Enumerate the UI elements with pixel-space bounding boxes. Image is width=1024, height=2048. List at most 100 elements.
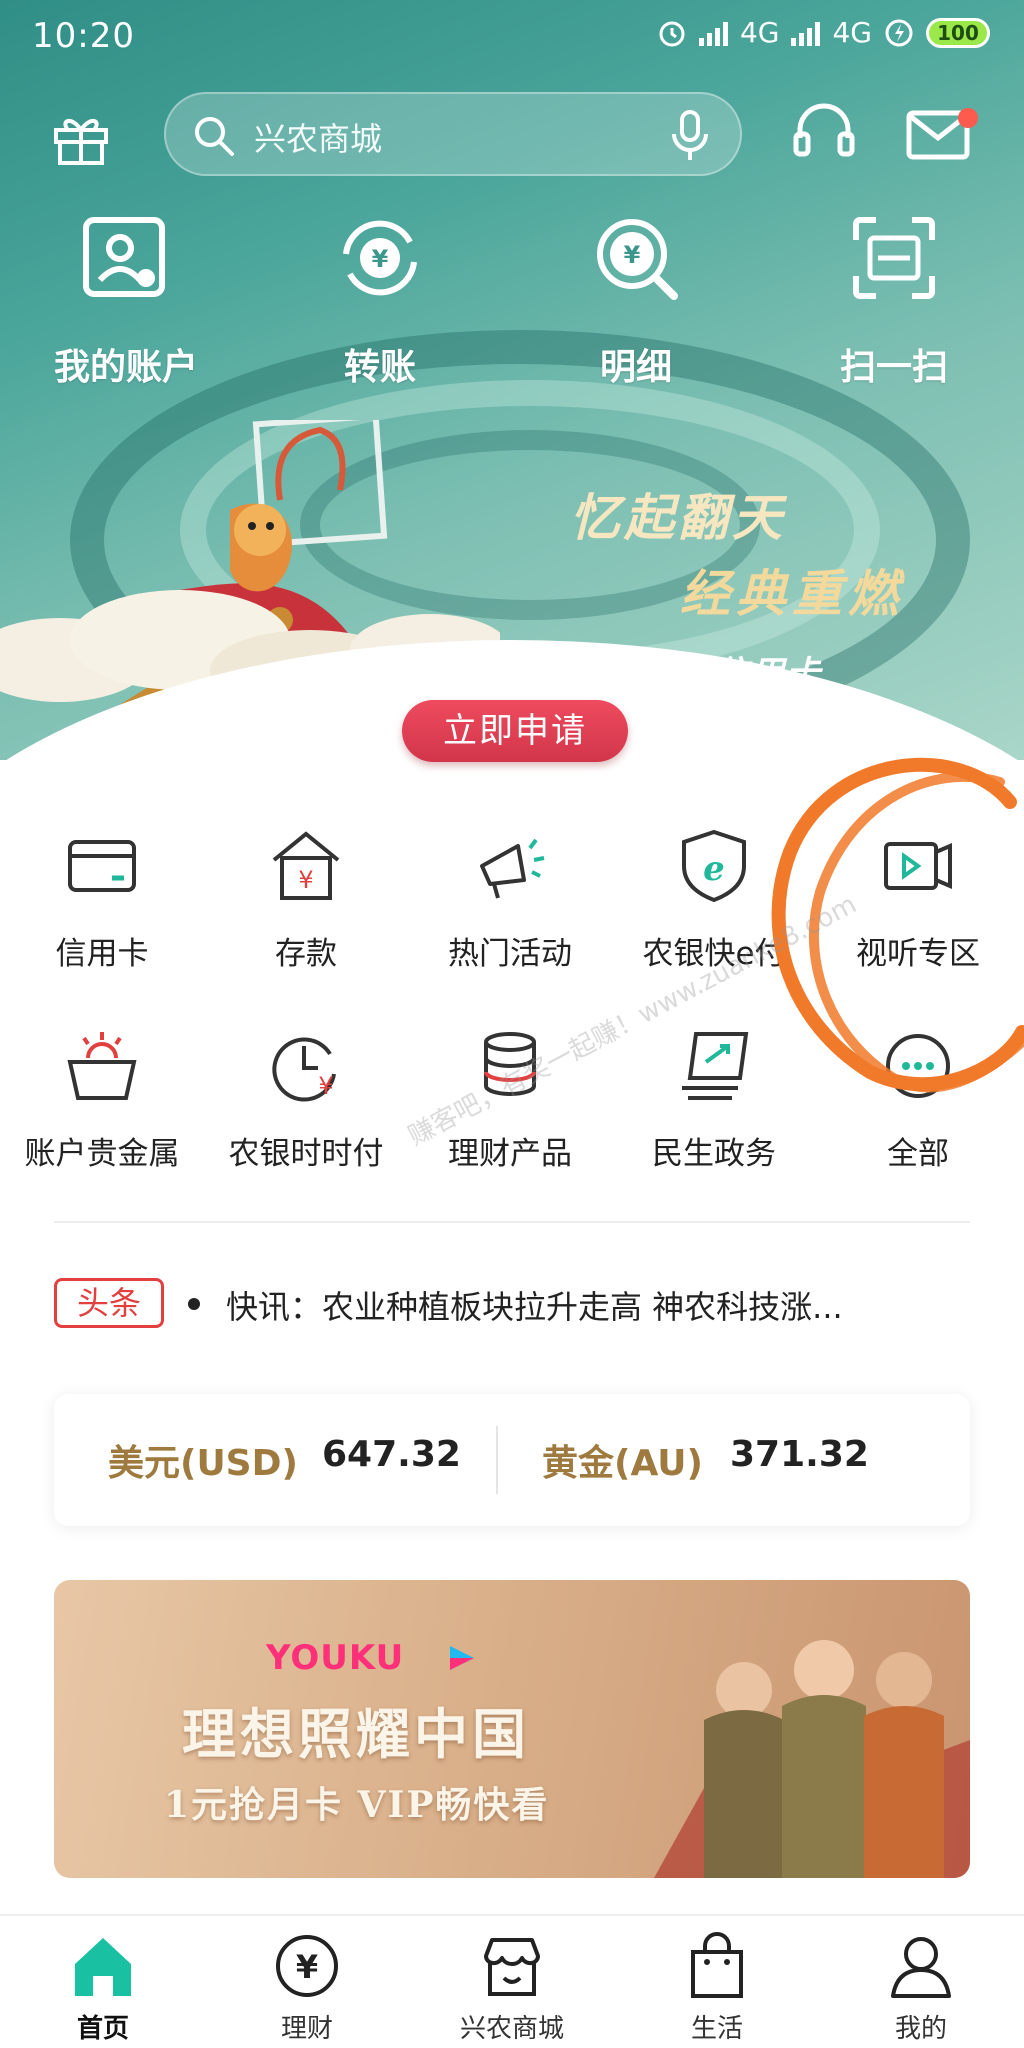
svg-text:¥: ¥: [298, 866, 313, 894]
service-wealth-products[interactable]: 理财产品: [408, 1028, 612, 1173]
battery-indicator: 100: [926, 17, 990, 48]
banner-line1: 忆起翻天: [570, 488, 786, 547]
status-bar: 10:20 4G 4G 100: [0, 0, 1024, 72]
service-label: 理财产品: [448, 1136, 572, 1172]
service-credit-card[interactable]: 信用卡: [0, 828, 204, 973]
account-icon: [83, 217, 165, 297]
cloud-decoration: [0, 590, 500, 710]
credit-card-icon: [68, 840, 136, 892]
service-all[interactable]: 全部: [816, 1028, 1020, 1173]
hero-banner: 10:20 4G 4G 100 兴农商城 我的账户 ¥ 转账 ¥ 明细 扫一扫 …: [0, 0, 1024, 760]
profile-icon: [891, 1937, 951, 1998]
service-government-affairs[interactable]: 民生政务: [612, 1028, 816, 1173]
search-placeholder: 兴农商城: [254, 120, 383, 158]
quick-action-scan[interactable]: 扫一扫: [804, 210, 984, 390]
quick-action-label: 我的账户: [53, 347, 198, 388]
customer-service-icon[interactable]: [792, 100, 856, 164]
promo-actors-image: [654, 1640, 970, 1878]
headline-news[interactable]: 快讯：农业种植板块拉升走高 神农科技涨...: [226, 1282, 946, 1328]
usd-label: 美元(USD): [108, 1443, 298, 1484]
microphone-icon[interactable]: [670, 110, 710, 162]
wealth-product-icon: [484, 1032, 536, 1096]
nav-label: 我的: [894, 2014, 947, 2044]
gold-label: 黄金(AU): [542, 1443, 703, 1484]
service-label: 视听专区: [856, 936, 980, 972]
promo-title: 理想照耀中国: [182, 1702, 530, 1766]
status-time: 10:20: [32, 16, 135, 56]
section-divider: [54, 1221, 970, 1223]
deposit-icon: ¥: [272, 831, 340, 900]
gold-value: 371.32: [730, 1434, 869, 1475]
svg-text:¥: ¥: [624, 241, 641, 269]
nav-wealth[interactable]: ¥ 理财: [232, 1932, 382, 2045]
nav-store[interactable]: 兴农商城: [437, 1932, 587, 2045]
government-icon: [682, 1032, 749, 1100]
rates-separator: [496, 1426, 498, 1494]
nav-life[interactable]: 生活: [642, 1932, 792, 2045]
details-icon: ¥: [597, 219, 678, 300]
search-icon: [195, 117, 234, 156]
quick-action-my-account[interactable]: 我的账户: [36, 210, 216, 390]
service-deposit[interactable]: ¥ 存款: [204, 828, 408, 973]
nav-label: 首页: [76, 2014, 129, 2044]
usd-value: 647.32: [322, 1434, 461, 1475]
shopping-bag-icon: [691, 1932, 743, 1998]
banner-line3: 大闹天宫信用卡: [570, 654, 822, 694]
network-type: 4G: [832, 16, 872, 49]
quick-action-transfer[interactable]: ¥ 转账: [290, 210, 470, 390]
search-bar[interactable]: 兴农商城: [164, 92, 742, 176]
svg-text:¥: ¥: [318, 1072, 333, 1100]
service-quick-pay[interactable]: e 农银快e付: [612, 828, 816, 973]
charging-icon: [885, 19, 913, 46]
service-label: 民生政务: [652, 1136, 776, 1172]
bullet-dot: [188, 1298, 200, 1310]
service-label: 全部: [887, 1136, 949, 1172]
gift-icon[interactable]: [52, 112, 110, 166]
apply-now-button[interactable]: 立即申请: [402, 700, 628, 762]
service-label: 存款: [275, 936, 337, 972]
nav-home[interactable]: 首页: [28, 1932, 178, 2045]
service-label: 农银快e付: [642, 936, 786, 972]
network-type: 4G: [739, 16, 780, 49]
quick-action-label: 明细: [599, 347, 672, 388]
service-hot-activities[interactable]: 热门活动: [408, 828, 612, 973]
svg-text:e: e: [703, 849, 725, 889]
home-icon: [75, 1938, 131, 1996]
scan-icon: [853, 217, 935, 299]
video-icon: [884, 842, 952, 890]
youku-promo-banner[interactable]: YOUKU 理想照耀中国 1元抢月卡 VIP畅快看: [54, 1580, 970, 1878]
service-precious-metal[interactable]: 账户贵金属: [0, 1028, 204, 1173]
quick-action-details[interactable]: ¥ 明细: [546, 210, 726, 390]
rates-card[interactable]: 美元(USD) 647.32 黄金(AU) 371.32: [54, 1394, 970, 1526]
bottom-navigation: 首页 ¥ 理财 兴农商城 生活 我的: [0, 1914, 1024, 2048]
service-label: 信用卡: [55, 936, 149, 972]
quick-action-label: 扫一扫: [839, 347, 948, 388]
signal-icon: [791, 20, 821, 46]
svg-text:¥: ¥: [372, 245, 389, 273]
banner-line4: 新客抢拉杆箱/双肩包: [570, 710, 843, 743]
svg-text:¥: ¥: [296, 1948, 318, 1986]
timely-pay-icon: ¥: [272, 1037, 336, 1102]
service-video-zone[interactable]: 视听专区: [816, 828, 1020, 973]
signal-icon: [698, 20, 728, 46]
yuan-icon: ¥: [276, 1935, 338, 1997]
nav-label: 生活: [690, 2014, 743, 2044]
youku-logo: YOUKU: [266, 1638, 405, 1678]
notification-dot: [958, 108, 978, 128]
quick-pay-icon: e: [682, 829, 746, 903]
service-label: 账户贵金属: [24, 1136, 180, 1172]
nav-profile[interactable]: 我的: [846, 1932, 996, 2045]
play-icon: [450, 1646, 474, 1670]
quick-action-label: 转账: [343, 347, 416, 388]
transfer-icon: ¥: [343, 220, 417, 296]
precious-metal-icon: [67, 1032, 137, 1100]
service-label: 农银时时付: [228, 1136, 384, 1172]
nav-label: 理财: [280, 2014, 333, 2044]
megaphone-icon: [480, 838, 545, 899]
nav-label: 兴农商城: [459, 2014, 564, 2044]
banner-slogan: 忆起翻天 经典重燃 大闹天宫信用卡 新客抢拉杆箱/双肩包: [570, 478, 990, 745]
alarm-icon: [659, 21, 685, 46]
service-timely-pay[interactable]: ¥ 农银时时付: [204, 1028, 408, 1173]
headline-tag: 头条: [54, 1278, 164, 1328]
promo-subtitle: 1元抢月卡 VIP畅快看: [164, 1784, 550, 1826]
